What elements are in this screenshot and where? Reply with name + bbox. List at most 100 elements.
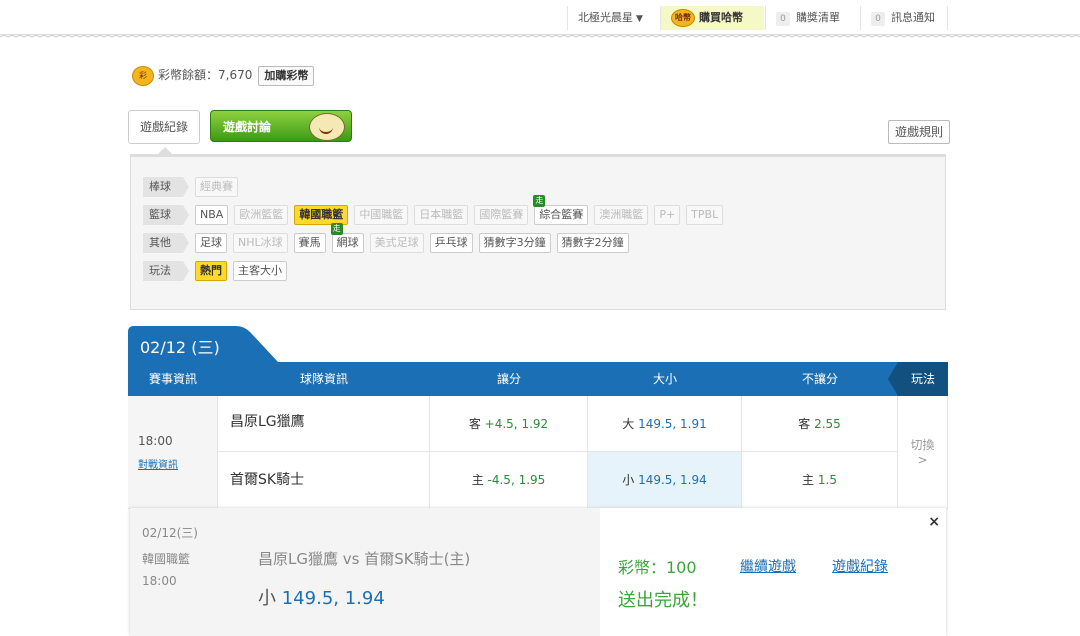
slip-time: 18:00 <box>142 574 177 588</box>
spread-value: +4.5, 1.92 <box>484 417 549 431</box>
filter-chip[interactable]: 熱門 <box>195 261 227 281</box>
wavy-divider <box>0 35 1080 38</box>
buy-coin-label: 購買哈幣 <box>699 11 743 24</box>
event-info-cell: 18:00 對戰資訊 <box>128 396 218 508</box>
filter-chip-label: 乒乓球 <box>434 236 468 249</box>
filter-chip[interactable]: 韓國職籃 <box>294 205 349 225</box>
filter-category: 玩法 <box>143 261 189 281</box>
total-value: 149.5, 1.91 <box>638 417 707 431</box>
buy-coin-link[interactable]: 哈幣 購買哈幣 <box>660 6 764 30</box>
cart-link[interactable]: 0 購獎清單 <box>765 6 859 30</box>
filter-chip: 澳洲職籃 <box>594 205 649 225</box>
ml-value: 1.5 <box>817 473 837 487</box>
filter-chip-label: 美式足球 <box>374 236 419 249</box>
top-bar: 北極光晨星 ▼ 哈幣 購買哈幣 0 購獎清單 0 訊息通知 <box>0 0 1080 35</box>
tab-game-discussion[interactable]: 遊戲討論 <box>210 110 352 142</box>
filter-chip: 歐洲籃籃 <box>234 205 289 225</box>
close-icon[interactable]: × <box>928 514 940 530</box>
panel-notch <box>157 147 173 155</box>
away-spread-odd[interactable]: 客 +4.5, 1.92 <box>430 396 588 452</box>
balance-label: 彩幣餘額： <box>158 68 219 82</box>
user-name: 北極光晨星 <box>578 11 633 24</box>
filter-chip: P+ <box>654 205 681 225</box>
date-label: 02/12 (三) <box>140 338 220 357</box>
switch-label: 切換 <box>910 438 935 452</box>
game-rules-button[interactable]: 遊戲規則 <box>888 120 951 144</box>
continue-game-link[interactable]: 繼續遊戲 <box>740 556 796 576</box>
filter-chip: 美式足球 <box>369 233 424 253</box>
filter-chip[interactable]: 綜合籃賽走 <box>533 195 589 225</box>
header-play: 玩法 <box>898 362 948 396</box>
caret-down-icon: ▼ <box>636 14 643 24</box>
under-odd-selected[interactable]: 小 149.5, 1.94 <box>588 452 742 508</box>
filter-chip[interactable]: 猜數字2分鐘 <box>556 233 629 253</box>
filter-chip-label: 中國職籃 <box>359 208 404 221</box>
filter-chip-label: 賽馬 <box>298 236 321 249</box>
away-moneyline-odd[interactable]: 客 2.55 <box>742 396 898 452</box>
header-moneyline: 不讓分 <box>801 372 838 386</box>
filter-chip-label: TPBL <box>691 208 719 221</box>
filter-chip[interactable]: 主客大小 <box>233 261 287 281</box>
lottery-coin-icon: 彩 <box>132 65 154 86</box>
filter-chip-label: 網球 <box>336 236 359 249</box>
header-total: 大小 <box>652 372 677 386</box>
match-row: 18:00 對戰資訊 昌原LG獵鷹 首爾SK騎士 客 +4.5, 1.92 主 … <box>128 396 948 509</box>
bet-slip-summary: 02/12(三) 韓國職籃 18:00 昌原LG獵鷹 vs 首爾SK騎士(主) … <box>130 508 600 636</box>
game-record-link[interactable]: 遊戲紀錄 <box>832 556 888 576</box>
filter-row: 玩法 熱門 主客大小 <box>143 261 293 283</box>
filter-chip-label: 熱門 <box>200 264 222 277</box>
slip-pick: 小 149.5, 1.94 <box>258 584 385 610</box>
slip-match: 昌原LG獵鷹 vs 首爾SK騎士(主) <box>258 550 471 568</box>
ha-coin-icon: 哈幣 <box>671 9 695 27</box>
home-spread-odd[interactable]: 主 -4.5, 1.95 <box>430 452 588 508</box>
home-team: 首爾SK騎士 <box>218 452 430 508</box>
filter-chip: 國際籃賽 <box>474 205 529 225</box>
filter-chip[interactable]: 乒乓球 <box>429 233 473 253</box>
tab-discussion-label: 遊戲討論 <box>223 120 272 134</box>
spread-tag: 主 <box>471 473 484 487</box>
slip-coin-amount: 彩幣：100 <box>618 558 697 577</box>
spread-value: -4.5, 1.95 <box>487 473 546 487</box>
total-value: 149.5, 1.94 <box>638 473 707 487</box>
header-play-arrow <box>888 362 898 396</box>
tab-game-record[interactable]: 遊戲紀錄 <box>128 110 200 144</box>
total-tag: 大 <box>622 417 635 431</box>
cart-count: 0 <box>776 12 790 26</box>
spread-tag: 客 <box>468 417 481 431</box>
filter-chip-label: 韓國職籃 <box>299 208 344 221</box>
filter-chip-label: 澳洲職籃 <box>599 208 644 221</box>
over-odd[interactable]: 大 149.5, 1.91 <box>588 396 742 452</box>
notify-count: 0 <box>871 12 885 26</box>
live-badge-icon: 走 <box>330 223 343 235</box>
notify-label: 訊息通知 <box>891 11 935 24</box>
mascot-face-icon <box>309 113 345 141</box>
filter-chip: NHL冰球 <box>233 233 288 253</box>
filter-chip[interactable]: 賽馬 <box>293 233 326 253</box>
notify-link[interactable]: 0 訊息通知 <box>860 6 948 30</box>
filter-category: 其他 <box>143 233 189 253</box>
filter-chip-label: 主客大小 <box>238 264 282 277</box>
switch-play-button[interactable]: 切換 > <box>898 396 948 508</box>
match-info-link[interactable]: 對戰資訊 <box>138 456 178 471</box>
filter-chip-label: NBA <box>200 208 224 221</box>
filter-row: 籃球 NBA 歐洲籃籃 韓國職籃 中國職籃 日本職籃 國際籃賽 綜合籃賽走澳洲職籃 P+ TPBL <box>143 195 729 227</box>
user-menu[interactable]: 北極光晨星 ▼ <box>567 6 659 30</box>
filter-chip: 經典賽 <box>195 177 238 197</box>
filter-chip[interactable]: 猜數字3分鐘 <box>478 233 551 253</box>
slip-status: 送出完成！ <box>618 590 708 611</box>
filter-chip[interactable]: NBA <box>195 205 229 225</box>
cart-label: 購獎清單 <box>796 11 840 24</box>
pick-tag: 小 <box>258 588 276 609</box>
filter-chip-label: P+ <box>659 208 676 221</box>
filter-chip[interactable]: 足球 <box>195 233 227 253</box>
filter-chip-label: 綜合籃賽 <box>539 208 584 221</box>
coin-balance: 彩彩幣餘額：7,670 加購彩幣 <box>132 64 315 86</box>
filter-chip[interactable]: 網球走 <box>330 223 364 253</box>
filter-chip-label: 足球 <box>200 236 222 249</box>
add-coin-button[interactable]: 加購彩幣 <box>258 66 315 86</box>
ml-tag: 主 <box>802 473 815 487</box>
live-badge-icon: 走 <box>533 195 546 207</box>
home-moneyline-odd[interactable]: 主 1.5 <box>742 452 898 508</box>
filter-category: 籃球 <box>143 205 189 225</box>
filter-chip: 日本職籃 <box>414 205 469 225</box>
